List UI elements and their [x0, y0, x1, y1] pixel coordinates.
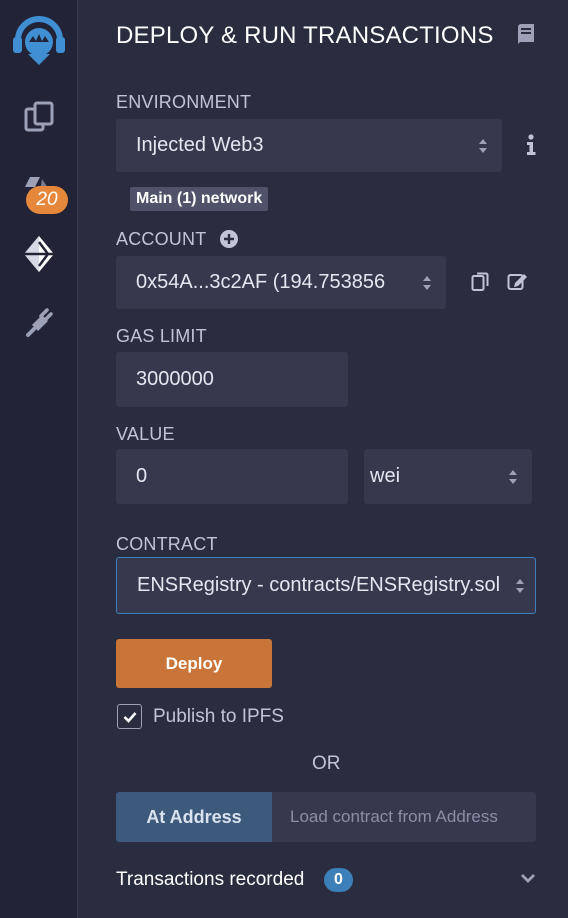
- remix-logo-icon[interactable]: [0, 10, 78, 72]
- environment-select[interactable]: Injected Web3: [116, 119, 502, 172]
- info-icon[interactable]: [526, 134, 536, 161]
- gas-limit-input[interactable]: 3000000: [116, 352, 348, 407]
- select-arrows-icon: [516, 578, 524, 593]
- account-label: ACCOUNT: [116, 229, 207, 249]
- transactions-recorded-label: Transactions recorded: [116, 869, 305, 890]
- panel-title: DEPLOY & RUN TRANSACTIONS: [116, 22, 494, 49]
- select-arrows-icon: [479, 138, 487, 153]
- checkmark-icon: [123, 711, 136, 723]
- load-address-input[interactable]: [272, 792, 536, 842]
- value-unit-select[interactable]: wei: [364, 449, 532, 504]
- select-arrows-icon: [423, 275, 431, 290]
- files-icon[interactable]: [0, 95, 78, 139]
- environment-label: ENVIRONMENT: [116, 92, 252, 112]
- or-divider-text: OR: [312, 753, 341, 774]
- icon-sidebar: 20: [0, 0, 78, 918]
- deploy-button[interactable]: Deploy: [116, 639, 272, 688]
- network-badge: Main (1) network: [130, 187, 269, 211]
- contract-label: CONTRACT: [116, 534, 218, 554]
- copy-icon[interactable]: [471, 271, 489, 298]
- value-input[interactable]: 0: [116, 449, 348, 504]
- contract-select[interactable]: ENSRegistry - contracts/ENSRegistry.sol: [116, 557, 536, 614]
- sign-message-edit-icon[interactable]: [507, 271, 529, 296]
- transactions-count-badge: 0: [324, 868, 353, 892]
- environment-selected-value: Injected Web3: [136, 134, 264, 156]
- value-label: VALUE: [116, 424, 175, 444]
- account-selected-value: 0x54A...3c2AF (194.753856: [136, 271, 386, 293]
- compiler-warning-count-badge: 20: [26, 186, 68, 214]
- gas-limit-label: GAS LIMIT: [116, 326, 207, 346]
- plugin-manager-icon[interactable]: [0, 300, 78, 344]
- documentation-icon[interactable]: [516, 24, 536, 51]
- chevron-down-icon[interactable]: [520, 871, 536, 889]
- publish-ipfs-label: Publish to IPFS: [153, 706, 284, 727]
- publish-ipfs-checkbox[interactable]: [117, 704, 142, 729]
- create-account-plus-icon[interactable]: [220, 230, 238, 253]
- contract-selected-value: ENSRegistry - contracts/ENSRegistry.sol: [137, 574, 501, 596]
- deploy-run-icon[interactable]: [0, 232, 78, 276]
- value-unit-selected: wei: [370, 465, 401, 487]
- deploy-run-panel: DEPLOY & RUN TRANSACTIONS ENVIRONMENT In…: [78, 0, 568, 918]
- account-select[interactable]: 0x54A...3c2AF (194.753856: [116, 256, 446, 309]
- select-arrows-icon: [509, 469, 517, 484]
- at-address-button[interactable]: At Address: [116, 792, 272, 842]
